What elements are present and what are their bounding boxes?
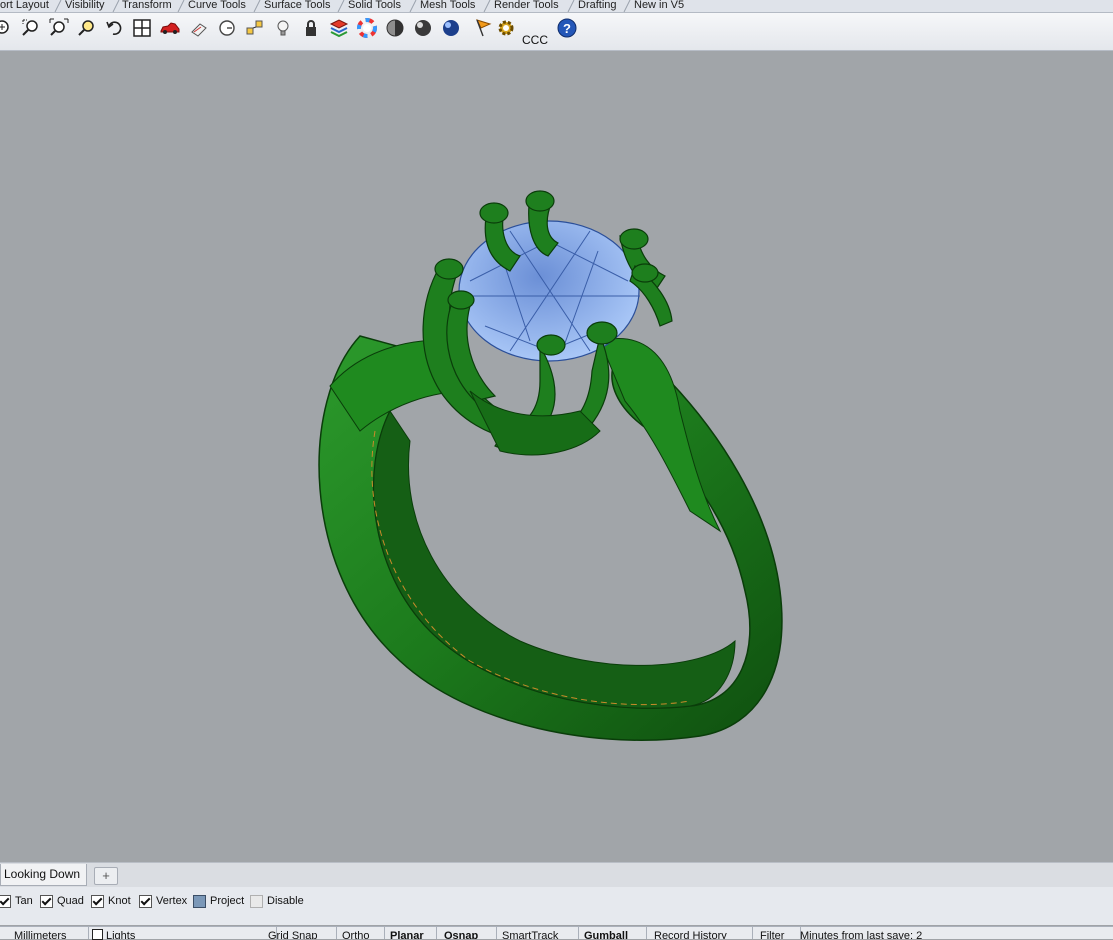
tab-solid-tools[interactable]: Solid Tools xyxy=(344,0,405,12)
planar-pane[interactable]: Planar xyxy=(386,927,437,939)
osnap-pane[interactable]: Osnap xyxy=(440,927,497,939)
layer-color-swatch[interactable] xyxy=(92,929,103,940)
osnap-vertex-checkbox[interactable]: Vertex xyxy=(139,894,187,908)
tab-separator xyxy=(54,0,62,12)
smarttrack-pane[interactable]: SmartTrack xyxy=(498,927,579,939)
tab-separator xyxy=(177,0,185,12)
record-history-pane[interactable]: Record History xyxy=(650,927,753,939)
tab-curve-tools[interactable]: Curve Tools xyxy=(184,0,250,12)
perspective-viewport[interactable] xyxy=(0,51,1113,862)
tab-separator xyxy=(253,0,261,12)
layer-icon[interactable] xyxy=(328,17,350,39)
properties-icon[interactable] xyxy=(188,17,210,39)
add-viewport-tab-button[interactable]: + xyxy=(94,867,118,885)
tab-mesh-tools[interactable]: Mesh Tools xyxy=(416,0,479,12)
rendered-sphere-icon[interactable] xyxy=(412,17,434,39)
filter-pane[interactable]: Filter xyxy=(756,927,801,939)
tab-separator xyxy=(623,0,631,12)
gear-icon[interactable] xyxy=(495,17,517,39)
checkbox-box[interactable] xyxy=(139,894,152,908)
zoom-in-icon[interactable] xyxy=(0,17,14,39)
shaded-sphere-icon[interactable] xyxy=(384,17,406,39)
tab-looking-down[interactable]: Looking Down xyxy=(0,864,88,886)
four-viewports-icon[interactable] xyxy=(131,17,153,39)
osnap-disable-checkbox[interactable]: Disable xyxy=(250,894,304,908)
tab-separator xyxy=(409,0,417,12)
lightbulb-icon[interactable] xyxy=(272,17,294,39)
svg-text:?: ? xyxy=(563,21,571,36)
checkbox-box[interactable] xyxy=(91,894,104,908)
tab-viewport-layout[interactable]: ort Layout xyxy=(0,0,53,12)
status-bar: Millimeters Lights Grid Snap Ortho Plana… xyxy=(0,926,1113,939)
osnap-label: Quad xyxy=(57,895,84,907)
undo-view-icon[interactable] xyxy=(104,17,126,39)
osnap-label: Knot xyxy=(108,895,131,907)
tab-visibility[interactable]: Visibility xyxy=(61,0,109,12)
checkbox-box[interactable] xyxy=(193,894,206,908)
zoom-selected-icon[interactable] xyxy=(76,17,98,39)
help-icon[interactable]: ? xyxy=(556,17,578,39)
osnap-label: Tan xyxy=(15,895,33,907)
tab-separator xyxy=(483,0,491,12)
last-save-status: Minutes from last save: 2 xyxy=(800,930,923,939)
osnap-label: Vertex xyxy=(156,895,188,907)
zoom-extents-icon[interactable] xyxy=(48,17,70,39)
osnap-knot-checkbox[interactable]: Knot xyxy=(91,894,131,908)
viewport-tabs: Looking Down + xyxy=(0,862,1113,887)
main-toolbar: CCC ? xyxy=(0,13,1113,51)
gumball-pane[interactable]: Gumball xyxy=(580,927,647,939)
tab-transform[interactable]: Transform xyxy=(118,0,176,12)
tab-render-tools[interactable]: Render Tools xyxy=(490,0,563,12)
tab-separator xyxy=(567,0,575,12)
snap-objects-icon[interactable] xyxy=(244,17,266,39)
tab-separator xyxy=(112,0,120,12)
checkbox-box[interactable] xyxy=(250,894,263,908)
tab-drafting[interactable]: Drafting xyxy=(574,0,621,12)
tab-separator xyxy=(337,0,345,12)
units-pane[interactable]: Millimeters xyxy=(10,927,89,939)
ortho-pane[interactable]: Ortho xyxy=(338,927,385,939)
ring-model xyxy=(318,190,783,741)
ccc-label[interactable]: CCC xyxy=(522,33,548,47)
osnap-label: Project xyxy=(210,895,245,907)
blue-sphere-icon[interactable] xyxy=(440,17,462,39)
toolbar-tab-bar: ort Layout Visibility Transform Curve To… xyxy=(0,0,1113,13)
checkbox-box[interactable] xyxy=(0,894,11,908)
osnap-quad-checkbox[interactable]: Quad xyxy=(40,894,84,908)
color-wheel-icon[interactable] xyxy=(356,17,378,39)
flag-icon[interactable] xyxy=(472,17,494,39)
osnap-label: Disable xyxy=(267,895,304,907)
tab-new-in-v5[interactable]: New in V5 xyxy=(630,0,688,12)
zoom-window-icon[interactable] xyxy=(20,17,42,39)
osnap-tan-checkbox[interactable]: Tan xyxy=(0,894,33,908)
grid-snap-pane[interactable]: Grid Snap xyxy=(264,927,337,939)
lock-icon[interactable] xyxy=(300,17,322,39)
osnap-project-checkbox[interactable]: Project xyxy=(193,894,244,908)
car-icon[interactable] xyxy=(159,17,181,39)
checkbox-box[interactable] xyxy=(40,894,53,908)
clock-icon[interactable] xyxy=(216,17,238,39)
layer-pane[interactable]: Lights xyxy=(90,927,277,939)
tab-surface-tools[interactable]: Surface Tools xyxy=(260,0,334,12)
